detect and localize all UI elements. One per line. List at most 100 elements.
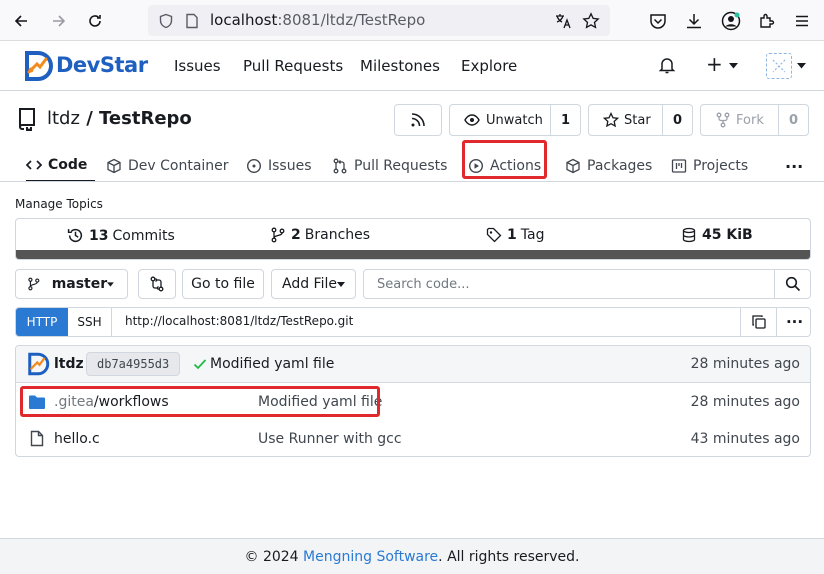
code-search [363,269,811,299]
bell-icon[interactable] [658,56,676,74]
database-icon [682,227,696,243]
git-branch-icon [28,277,40,291]
manage-topics-link[interactable]: Manage Topics [15,197,103,211]
rss-button[interactable] [394,104,442,136]
fork-icon [716,112,730,128]
tags-stat[interactable]: 1 Tag [486,227,544,243]
branch-selector[interactable]: master [15,269,128,299]
shield-icon [159,13,173,29]
history-icon [67,228,83,243]
project-icon [671,159,687,173]
tab-dev-container[interactable]: Dev Container [106,150,229,182]
ellipsis-icon: ··· [785,313,804,331]
address-bar[interactable]: localhost:8081/ltdz/TestRepo [148,5,610,36]
file-commit-message[interactable]: Use Runner with gcc [258,431,402,447]
copy-url-button[interactable] [740,308,776,336]
clone-panel: HTTP SSH http://localhost:8081/ltdz/Test… [15,307,811,337]
chevron-down-icon [729,63,738,69]
star-count[interactable]: 0 [662,105,692,135]
tag-icon [486,227,502,243]
file-icon [30,430,44,447]
fork-button[interactable]: Fork 0 [700,104,809,136]
tabs-divider [0,181,824,182]
package-icon [566,158,580,174]
account-button[interactable] [718,8,744,34]
more-tabs-button[interactable]: ··· [785,150,803,182]
clone-more-button[interactable]: ··· [776,308,810,336]
chevron-down-icon [107,281,114,287]
commit-author[interactable]: ltdz [54,356,84,372]
arrow-right-icon [53,15,66,27]
commit-message[interactable]: Modified yaml file [210,356,334,372]
tab-packages[interactable]: Packages [565,150,652,182]
highlight-actions-tab [462,140,547,179]
table-row[interactable]: hello.c Use Runner with gcc 43 minutes a… [16,421,810,456]
go-to-file-button[interactable]: Go to file [182,269,264,299]
tab-issues[interactable]: Issues [246,150,312,182]
file-time: 28 minutes ago [690,394,800,410]
download-icon [687,14,701,29]
clone-ssh-button[interactable]: SSH [68,308,112,336]
tab-code[interactable]: Code [26,150,95,182]
code-icon [26,160,42,170]
hamburger-icon [796,15,808,27]
create-new-button[interactable]: + [706,52,723,76]
add-file-button[interactable]: Add File [271,269,356,299]
tab-projects[interactable]: Projects [671,150,748,182]
brand-name[interactable]: DevStar [56,53,148,77]
commit-sha[interactable]: db7a4955d3 [86,352,181,376]
tab-pull-requests[interactable]: Pull Requests [332,150,447,182]
commits-stat[interactable]: 13 Commits [67,227,175,244]
back-button[interactable] [8,8,34,34]
menu-button[interactable] [789,8,815,34]
nav-milestones[interactable]: Milestones [360,57,440,75]
footer-company-link[interactable]: Mengning Software [303,549,438,565]
author-avatar-icon[interactable] [26,352,50,376]
repo-name-link[interactable]: TestRepo [99,108,192,129]
copy-icon [751,315,766,329]
check-icon [193,359,207,370]
downloads-button[interactable] [681,8,707,34]
highlight-workflows-row [20,386,380,417]
translate-icon[interactable] [554,12,572,30]
repo-title: ltdz / TestRepo [47,108,192,129]
repo-icon [19,108,35,131]
footer: © 2024 Mengning Software. All rights res… [0,538,824,574]
eye-icon [464,114,480,126]
chevron-down-icon [337,281,345,287]
bookmark-star-icon[interactable] [582,12,600,30]
browser-toolbar: localhost:8081/ltdz/TestRepo [0,0,824,41]
nav-issues[interactable]: Issues [174,57,221,75]
search-input[interactable] [365,271,775,297]
fork-count[interactable]: 0 [778,105,808,135]
repo-owner-link[interactable]: ltdz [47,108,80,129]
watch-count[interactable]: 1 [550,105,580,135]
chevron-down-icon [797,63,806,69]
watch-button[interactable]: Unwatch 1 [449,104,581,136]
puzzle-icon [760,13,775,28]
git-branch-icon [271,227,285,243]
reload-button[interactable] [82,8,108,34]
nav-explore[interactable]: Explore [461,57,517,75]
compare-button[interactable] [138,269,176,299]
search-icon [785,276,800,292]
branches-stat[interactable]: 2 Branches [270,227,370,243]
devstar-logo-icon[interactable] [22,50,54,82]
size-stat: 45 KiB [681,227,757,243]
file-name[interactable]: hello.c [54,431,100,447]
page-icon [186,13,198,29]
nav-pull-requests[interactable]: Pull Requests [243,57,343,75]
arrow-left-icon [14,15,27,27]
pocket-button[interactable] [645,8,671,34]
ellipsis-icon: ··· [785,156,804,176]
avatar[interactable] [766,53,792,79]
package-icon [107,158,121,174]
plus-icon: + [706,52,723,76]
issue-opened-icon [246,158,262,174]
clone-url[interactable]: http://localhost:8081/ltdz/TestRepo.git [125,314,353,328]
forward-button[interactable] [46,8,72,34]
clone-http-button[interactable]: HTTP [16,308,68,336]
star-button[interactable]: Star 0 [588,104,693,136]
search-button[interactable] [774,270,810,298]
extensions-button[interactable] [754,8,780,34]
